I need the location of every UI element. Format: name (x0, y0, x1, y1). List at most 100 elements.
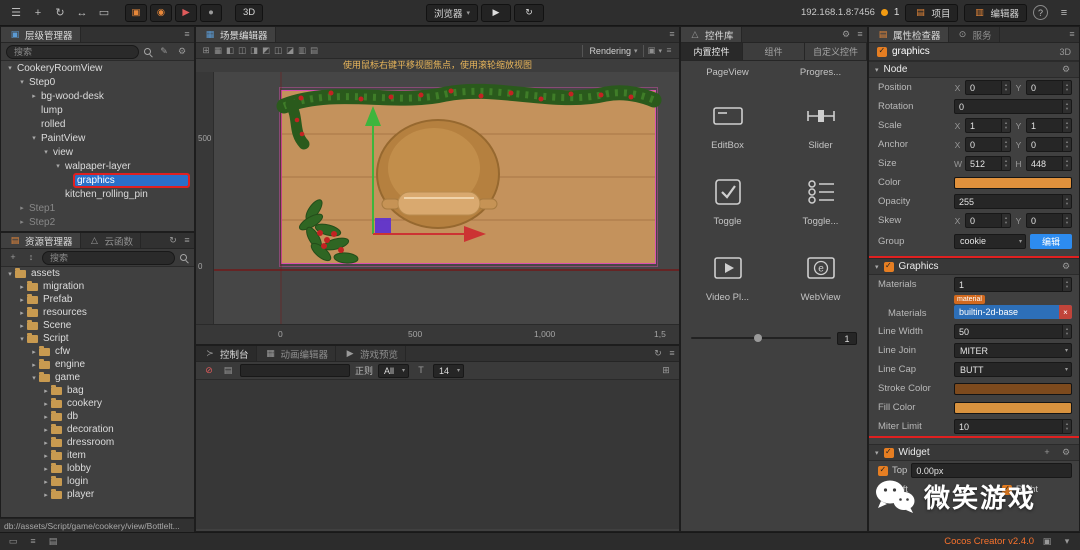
editor-button[interactable]: ▥ 编辑器 (964, 3, 1027, 22)
align-right-icon[interactable]: ◨ (248, 46, 260, 55)
hierarchy-search-input[interactable] (6, 44, 139, 59)
gizmo-plane-handle[interactable] (375, 218, 391, 234)
expand-arrow-icon[interactable]: ▾ (17, 78, 27, 86)
coord-toggle-icon[interactable]: ◉ (150, 3, 172, 22)
move-tool-icon[interactable]: + (28, 4, 48, 22)
expand-arrow-icon[interactable]: ▾ (53, 162, 63, 170)
asset-row[interactable]: ▸ cookery (1, 397, 194, 410)
gear-icon[interactable]: ⚙ (1059, 65, 1073, 74)
expand-arrow-icon[interactable]: ▸ (17, 296, 27, 304)
stepper[interactable] (1062, 100, 1071, 113)
stepper[interactable] (1062, 119, 1071, 132)
asset-row[interactable]: ▸ decoration (1, 423, 194, 436)
tab-animation-editor[interactable]: ▦ 动画编辑器 (257, 346, 337, 361)
help-button[interactable]: ? (1033, 5, 1048, 20)
asset-row[interactable]: ▾ game (1, 371, 194, 384)
materials-count-input[interactable]: 1 (954, 277, 1072, 292)
tab-service[interactable]: ⊙ 服务 (949, 27, 1000, 42)
scale-x-input[interactable]: 1 (965, 118, 1011, 133)
panel-menu-icon[interactable]: ≡ (853, 30, 867, 39)
widget-right-checkbox[interactable] (1001, 484, 1012, 495)
expand-arrow-icon[interactable]: ▸ (17, 309, 27, 317)
zoom-value[interactable]: 1 (837, 331, 857, 345)
asset-row[interactable]: ▸ bag (1, 384, 194, 397)
expand-arrow-icon[interactable]: ▾ (41, 148, 51, 156)
library-item[interactable]: Slider (774, 83, 867, 159)
stepper[interactable] (1001, 119, 1010, 132)
expand-arrow-icon[interactable]: ▸ (17, 204, 27, 212)
hierarchy-node-row[interactable]: rolled (1, 117, 194, 131)
graphics-enabled-checkbox[interactable] (883, 261, 894, 272)
align-middle-icon[interactable]: ◫ (272, 46, 284, 55)
regex-toggle[interactable]: 正则 (355, 364, 373, 377)
main-menu-icon[interactable]: ≡ (1054, 4, 1074, 22)
panel-menu-icon[interactable]: ≡ (665, 30, 679, 39)
expand-arrow-icon[interactable]: ▾ (29, 134, 39, 142)
library-item[interactable]: e WebView (774, 235, 867, 311)
skew-x-input[interactable]: 0 (965, 213, 1011, 228)
stepper[interactable] (1001, 157, 1010, 170)
node-section-header[interactable]: ▾ Node ⚙ (869, 61, 1079, 78)
asset-row[interactable]: ▸ db (1, 410, 194, 423)
stepper[interactable] (1062, 138, 1071, 151)
scene-canvas[interactable]: 500 0 (196, 72, 679, 324)
hierarchy-node-row[interactable]: kitchen_rolling_pin (1, 187, 194, 201)
node-color-swatch[interactable] (954, 176, 1072, 189)
gear-icon[interactable]: ⚙ (1059, 448, 1073, 457)
widget-left-checkbox[interactable] (878, 484, 888, 495)
expand-arrow-icon[interactable]: ▸ (17, 218, 27, 226)
project-button[interactable]: ▤ 项目 (905, 3, 959, 22)
anchor-x-input[interactable]: 0 (965, 137, 1011, 152)
expand-arrow-icon[interactable]: ▸ (41, 439, 51, 447)
tab-game-preview[interactable]: ▶ 游戏预览 (336, 346, 407, 361)
stepper[interactable] (1001, 138, 1010, 151)
stepper[interactable] (1062, 278, 1071, 291)
refresh-icon[interactable]: ↻ (166, 236, 180, 245)
tab-scene-editor[interactable]: ▦ 场景编辑器 (196, 27, 276, 42)
tab-builtin-controls[interactable]: 内置控件 (681, 43, 743, 60)
hierarchy-node-row[interactable]: ▾ walpaper-layer (1, 159, 194, 173)
remove-material-icon[interactable]: × (1059, 305, 1072, 319)
snap-icon[interactable]: ⊞ (200, 46, 212, 55)
asset-row[interactable]: ▾ Script (1, 332, 194, 345)
panel-menu-icon[interactable]: ≡ (180, 30, 194, 39)
record-icon[interactable]: ● (200, 3, 222, 22)
hierarchy-node-row[interactable]: ▾ CookeryRoomView (1, 61, 194, 75)
hierarchy-node-row[interactable]: ▸ bg-wood-desk (1, 89, 194, 103)
search-icon[interactable] (143, 47, 153, 57)
stepper[interactable] (1001, 214, 1010, 227)
resize-corner-icon[interactable]: ▣ (1040, 537, 1054, 546)
asset-row[interactable]: ▸ lobby (1, 462, 194, 475)
rotation-input[interactable]: 0 (954, 99, 1072, 114)
expand-arrow-icon[interactable]: ▸ (41, 478, 51, 486)
node-active-checkbox[interactable] (877, 46, 887, 57)
asset-row[interactable]: ▸ Scene (1, 319, 194, 332)
tab-custom-controls[interactable]: 自定义控件 (805, 43, 867, 60)
slider-knob[interactable] (754, 334, 762, 342)
hierarchy-node-row[interactable]: lump (1, 103, 194, 117)
tab-components[interactable]: 组件 (743, 43, 805, 60)
font-size-dropdown[interactable]: 14 (433, 363, 465, 378)
align-center-h-icon[interactable]: ◫ (236, 46, 248, 55)
tab-inspector[interactable]: ▤ 属性检查器 (869, 27, 949, 42)
expand-arrow-icon[interactable]: ▸ (41, 413, 51, 421)
clear-console-button[interactable]: ⊘ (202, 366, 216, 375)
expand-arrow-icon[interactable]: ▸ (41, 491, 51, 499)
panel-menu-icon[interactable]: ≡ (180, 236, 194, 245)
refresh-button[interactable]: ↻ (514, 3, 545, 22)
align-bottom-icon[interactable]: ◪ (284, 46, 296, 55)
asset-row[interactable]: ▸ cfw (1, 345, 194, 358)
hierarchy-node-row[interactable]: ▾ view (1, 145, 194, 159)
expand-arrow-icon[interactable]: ▸ (17, 283, 27, 291)
expand-icon[interactable]: ⊞ (659, 366, 673, 375)
hierarchy-node-row[interactable]: ▾ PaintView (1, 131, 194, 145)
panel-menu-icon[interactable]: ≡ (665, 349, 679, 358)
preview-target-dropdown[interactable]: 浏览器 ▾ (425, 3, 479, 22)
refresh-icon[interactable]: ↻ (651, 349, 665, 358)
hierarchy-node-row[interactable]: ▸ Step1 (1, 201, 194, 215)
stepper[interactable] (1062, 214, 1071, 227)
build-icon[interactable]: ▶ (175, 3, 197, 22)
expand-arrow-icon[interactable]: ▸ (29, 361, 39, 369)
tab-assets[interactable]: ▤ 资源管理器 (1, 233, 81, 248)
library-item[interactable]: Toggle (681, 159, 774, 235)
